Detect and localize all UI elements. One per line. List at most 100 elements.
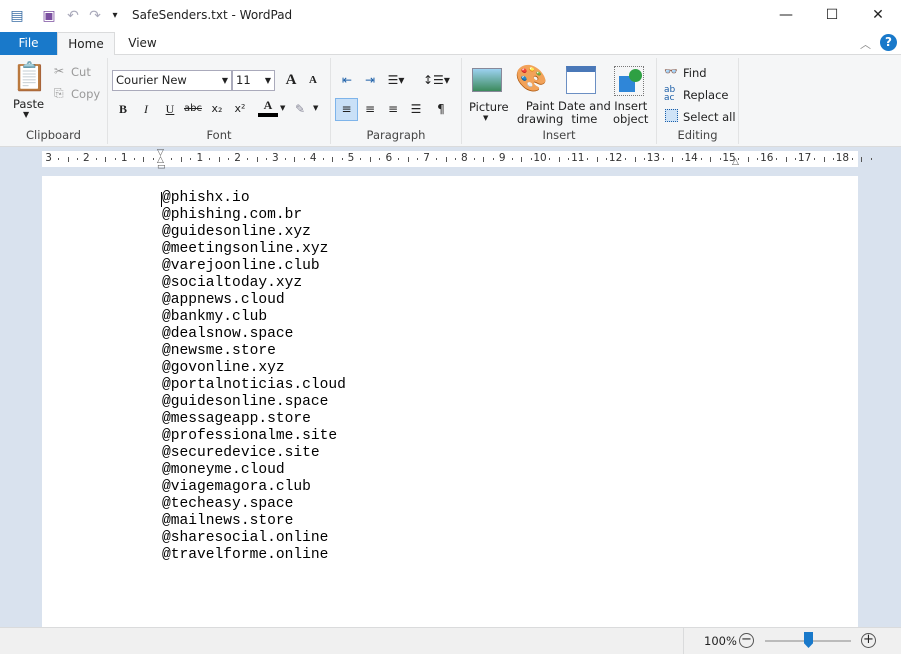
document-line: @phishing.com.br (162, 207, 303, 223)
minimize-button[interactable]: — (763, 0, 809, 32)
document-line: @guidesonline.xyz (162, 224, 311, 240)
select-all-button[interactable]: Select all (683, 110, 736, 124)
ruler-tick (785, 156, 787, 162)
maximize-button[interactable]: ☐ (809, 0, 855, 32)
right-indent-marker-icon[interactable]: △ (732, 157, 739, 167)
chevron-down-icon[interactable]: ▼ (280, 104, 285, 112)
insert-group: Picture ▼ 🎨 Paint drawing Date and time In… (462, 58, 657, 144)
replace-button[interactable]: Replace (683, 88, 729, 102)
ruler-tick (700, 158, 702, 160)
ruler-tick (247, 158, 249, 160)
zoom-in-button[interactable]: + (861, 633, 876, 648)
font-size-select[interactable]: 11 ▼ (232, 70, 275, 91)
ruler-tick (672, 156, 674, 162)
copy-button[interactable]: Copy (71, 87, 100, 101)
title-bar: ▤ ▣ ↶ ↷ ▾ SafeSenders.txt - WordPad — ☐ … (0, 0, 901, 32)
zoom-slider-thumb[interactable] (804, 632, 813, 648)
ruler-tick (747, 156, 749, 162)
picture-button[interactable]: Picture (469, 100, 509, 114)
shrink-font-icon[interactable]: A (303, 70, 323, 90)
font-size-value: 11 (236, 73, 251, 87)
customize-toolbar-icon[interactable]: ▾ (106, 7, 124, 25)
align-center-icon[interactable]: ≡ (360, 99, 380, 119)
ruler-tick (209, 158, 211, 160)
document-line: @bankmy.club (162, 309, 268, 325)
tab-view[interactable]: View (115, 32, 170, 55)
align-right-icon[interactable]: ≡ (383, 99, 403, 119)
ruler-tick (332, 156, 334, 162)
chevron-down-icon[interactable]: ▼ (313, 104, 318, 112)
select-all-icon (665, 109, 678, 122)
ruler-label: 1 (196, 152, 204, 164)
paste-dropdown-icon[interactable]: ▼ (23, 110, 29, 119)
align-left-icon[interactable]: ≡ (335, 98, 358, 121)
minimize-ribbon-icon[interactable]: ︿ (860, 36, 871, 52)
document-line: @phishx.io (162, 190, 250, 206)
tab-file[interactable]: File (0, 32, 57, 55)
increase-indent-icon[interactable]: ⇥ (360, 70, 380, 90)
italic-icon[interactable]: I (136, 99, 156, 119)
find-button[interactable]: Find (683, 66, 707, 80)
paragraph-settings-icon[interactable]: ¶ (431, 99, 451, 119)
decrease-indent-icon[interactable]: ⇤ (337, 70, 357, 90)
ruler-label: 14 (684, 152, 698, 164)
ruler-tick (58, 158, 60, 160)
grow-font-icon[interactable]: A (281, 70, 301, 90)
ruler-tick (814, 158, 816, 160)
indent-marker-icon[interactable]: ▽ △ ▭ (157, 149, 166, 172)
ruler-label: 11 (571, 152, 585, 164)
ribbon-tabs: File Home View ︿ ? (0, 32, 901, 56)
bullets-icon[interactable]: ☰▾ (386, 70, 406, 90)
insert-object-button[interactable]: Insert object (613, 100, 648, 126)
zoom-out-button[interactable]: − (739, 633, 754, 648)
font-family-select[interactable]: Courier New ▼ (112, 70, 232, 91)
ruler-label: 5 (347, 152, 355, 164)
close-button[interactable]: ✕ (855, 0, 901, 32)
document-line: @socialtoday.xyz (162, 275, 303, 291)
ruler-tick (67, 156, 69, 162)
document-line: @techeasy.space (162, 496, 294, 512)
document-line: @mailnews.store (162, 513, 294, 529)
font-color-icon[interactable]: A (258, 97, 278, 117)
ruler-tick (171, 158, 173, 160)
paragraph-label: Paragraph (366, 128, 426, 142)
underline-icon[interactable]: U (160, 99, 180, 119)
ruler-tick (870, 158, 872, 160)
insert-object-icon (614, 66, 644, 96)
date-time-button[interactable]: Date and time (558, 100, 611, 126)
document-line: @portalnoticias.cloud (162, 377, 346, 393)
window-title: SafeSenders.txt - WordPad (132, 8, 293, 22)
find-binoculars-icon: 👓 (664, 65, 678, 78)
ruler-label: 8 (461, 152, 468, 164)
document-text[interactable]: @phishx.io @phishing.com.br @guidesonline.… (162, 190, 346, 564)
tab-home[interactable]: Home (57, 32, 115, 56)
ruler-tick (776, 158, 778, 160)
ruler-tick (445, 156, 447, 162)
ruler-tick (398, 158, 400, 160)
bold-icon[interactable]: B (113, 99, 133, 119)
ruler-tick (360, 158, 362, 160)
undo-icon[interactable]: ↶ (64, 7, 82, 25)
wordpad-app-icon[interactable]: ▤ (8, 7, 26, 25)
help-icon[interactable]: ? (880, 34, 897, 51)
strikethrough-icon[interactable]: abc (183, 99, 203, 119)
document-line: @sharesocial.online (162, 530, 329, 546)
paint-label-line2: drawing (517, 112, 564, 126)
paint-drawing-button[interactable]: Paint drawing (517, 100, 563, 126)
save-icon[interactable]: ▣ (40, 7, 58, 25)
chevron-down-icon: ▼ (221, 76, 228, 85)
ruler-tick (558, 156, 560, 162)
ruler-label: 18 (835, 152, 850, 164)
cut-button[interactable]: Cut (71, 65, 91, 79)
subscript-icon[interactable]: x₂ (207, 99, 227, 119)
paste-button[interactable]: Paste (13, 97, 44, 111)
highlight-icon[interactable]: ✎ (290, 99, 310, 119)
chevron-down-icon: ▼ (264, 76, 271, 85)
ribbon: 📋 Paste ▼ ✂ Cut ⎘ Copy Clipboard Courier… (0, 55, 901, 147)
superscript-icon[interactable]: x² (230, 99, 250, 119)
chevron-down-icon[interactable]: ▼ (483, 114, 488, 122)
ruler-label: 12 (608, 152, 623, 164)
line-spacing-icon[interactable]: ↕☰▾ (423, 70, 450, 90)
redo-icon[interactable]: ↷ (86, 7, 104, 25)
justify-icon[interactable]: ☰ (406, 99, 426, 119)
